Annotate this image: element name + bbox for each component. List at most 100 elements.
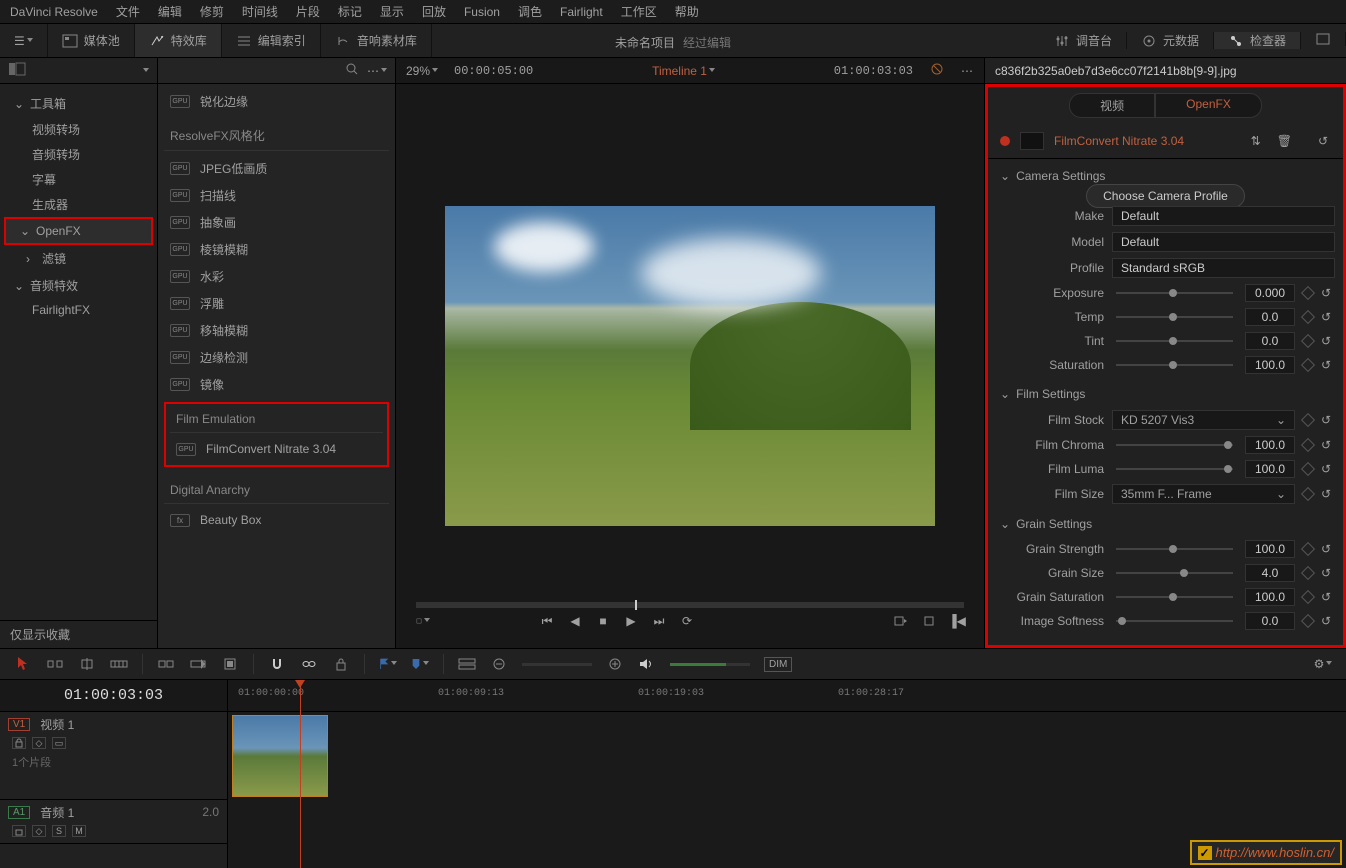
reset-icon[interactable]: ↺ (1321, 334, 1335, 348)
menu-workspace[interactable]: 工作区 (621, 3, 657, 20)
loop-icon[interactable]: ⟳ (680, 614, 694, 628)
flag-dropdown[interactable] (379, 656, 397, 672)
exposure-value[interactable]: 0.000 (1245, 284, 1295, 302)
keyframe-icon[interactable] (1301, 542, 1315, 556)
fx-tiltshift[interactable]: GPU移轴模糊 (164, 317, 389, 344)
dim-button[interactable]: DIM (764, 657, 792, 672)
menu-clip[interactable]: 片段 (296, 3, 320, 20)
bypass-fx-icon[interactable] (929, 61, 945, 80)
mute-button[interactable]: M (72, 825, 86, 837)
next-frame-icon[interactable]: ⏭ (652, 614, 666, 628)
fx-emboss[interactable]: GPU浮雕 (164, 290, 389, 317)
in-out-icon[interactable] (922, 614, 936, 628)
reset-icon[interactable]: ↺ (1321, 614, 1335, 628)
reset-icon[interactable]: ↺ (1321, 310, 1335, 324)
grainstrength-slider[interactable] (1116, 548, 1233, 550)
menu-mark[interactable]: 标记 (338, 3, 362, 20)
viewer-options-icon[interactable]: ⋯ (961, 64, 974, 78)
video-clip-1[interactable] (232, 715, 328, 797)
imgsoft-value[interactable]: 0.0 (1245, 612, 1295, 630)
reset-icon[interactable]: ↺ (1321, 413, 1335, 427)
overwrite-icon[interactable] (189, 656, 207, 672)
auto-select-icon[interactable]: ◇ (32, 825, 46, 837)
timeline-view-icon[interactable] (458, 656, 476, 672)
dynamic-trim-icon[interactable] (78, 656, 96, 672)
reset-icon[interactable]: ↺ (1321, 462, 1335, 476)
zoom-in-icon[interactable] (606, 656, 624, 672)
filmchroma-slider[interactable] (1116, 444, 1233, 446)
reset-icon[interactable]: ↺ (1321, 566, 1335, 580)
filmluma-value[interactable]: 100.0 (1245, 460, 1295, 478)
keyframe-icon[interactable] (1301, 286, 1315, 300)
ws-media-pool[interactable]: 媒体池 (48, 24, 135, 57)
fx-scanlines[interactable]: GPU扫描线 (164, 182, 389, 209)
ws-inspector[interactable]: 检查器 (1214, 32, 1301, 49)
filmchroma-value[interactable]: 100.0 (1245, 436, 1295, 454)
grainsize-value[interactable]: 4.0 (1245, 564, 1295, 582)
menu-view[interactable]: 显示 (380, 3, 404, 20)
imgsoft-slider[interactable] (1116, 620, 1233, 622)
tab-video[interactable]: 视频 (1069, 93, 1155, 118)
filmluma-slider[interactable] (1116, 468, 1233, 470)
volume-slider[interactable] (670, 663, 750, 666)
first-frame-icon[interactable]: ⏮ (540, 614, 554, 628)
blade-tool-icon[interactable] (110, 656, 128, 672)
saturation-value[interactable]: 100.0 (1245, 356, 1295, 374)
timeline-options[interactable]: ⚙ (1314, 656, 1332, 672)
lock-track-icon[interactable] (12, 737, 26, 749)
keyframe-icon[interactable] (1301, 358, 1315, 372)
reset-icon[interactable]: ↺ (1321, 542, 1335, 556)
exposure-slider[interactable] (1116, 292, 1233, 294)
tree-filters[interactable]: ›滤镜 (0, 245, 157, 272)
ws-fullscreen[interactable] (1301, 32, 1346, 46)
link-icon[interactable] (300, 656, 318, 672)
grainsize-slider[interactable] (1116, 572, 1233, 574)
scrub-bar[interactable] (416, 602, 964, 608)
keyframe-icon[interactable] (1301, 590, 1315, 604)
section-film[interactable]: ⌄Film Settings (996, 377, 1335, 407)
marker-dropdown[interactable] (411, 656, 429, 672)
keyframe-icon[interactable] (1301, 487, 1315, 501)
a1-tag[interactable]: A1 (8, 806, 30, 819)
snap-icon[interactable] (268, 656, 286, 672)
timeline-tracks[interactable]: 01:00:00:00 01:00:09:13 01:00:19:03 01:0… (228, 680, 1346, 868)
fx-list-options[interactable]: ⋯ (367, 64, 387, 78)
temp-value[interactable]: 0.0 (1245, 308, 1295, 326)
stop-icon[interactable]: ■ (596, 614, 610, 628)
auto-select-icon[interactable]: ◇ (32, 737, 46, 749)
reset-icon[interactable]: ↺ (1321, 487, 1335, 501)
lock-icon[interactable] (332, 656, 350, 672)
fx-delete-icon[interactable]: 🗑 (1274, 134, 1295, 148)
tree-toolbox[interactable]: ⌄工具箱 (0, 90, 157, 117)
grainsat-slider[interactable] (1116, 596, 1233, 598)
timeline-name-dropdown[interactable]: Timeline 1 (652, 64, 715, 78)
grainstrength-value[interactable]: 100.0 (1245, 540, 1295, 558)
selection-tool-icon[interactable] (14, 656, 32, 672)
ws-metadata[interactable]: 元数据 (1127, 32, 1214, 49)
menu-help[interactable]: 帮助 (675, 3, 699, 20)
lock-track-icon[interactable] (12, 825, 26, 837)
v1-tag[interactable]: V1 (8, 718, 30, 731)
zoom-out-icon[interactable] (490, 656, 508, 672)
crop-dropdown[interactable] (416, 614, 430, 628)
temp-slider[interactable] (1116, 316, 1233, 318)
menu-fusion[interactable]: Fusion (464, 5, 500, 19)
layout-dropdown[interactable]: ☰ (0, 24, 48, 57)
section-levels[interactable]: ⌄Levels (996, 633, 1335, 645)
tree-video-trans[interactable]: 视频转场 (0, 117, 157, 142)
keyframe-icon[interactable] (1301, 566, 1315, 580)
fx-filmconvert-nitrate[interactable]: GPUFilmConvert Nitrate 3.04 (170, 437, 383, 461)
keyframe-icon[interactable] (1301, 462, 1315, 476)
keyframe-icon[interactable] (1301, 438, 1315, 452)
tree-fairlight-fx[interactable]: FairlightFX (0, 299, 157, 321)
tint-slider[interactable] (1116, 340, 1233, 342)
prev-frame-icon[interactable]: ◀ (568, 614, 582, 628)
keyframe-icon[interactable] (1301, 310, 1315, 324)
insert-icon[interactable] (157, 656, 175, 672)
ws-effects-lib[interactable]: 特效库 (135, 24, 222, 57)
ws-sound-lib[interactable]: 音响素材库 (321, 24, 432, 57)
model-field[interactable]: Default (1112, 232, 1335, 252)
ws-edit-index[interactable]: 编辑索引 (222, 24, 321, 57)
fx-reorder-icon[interactable]: ⇅ (1248, 134, 1264, 148)
make-field[interactable]: Default (1112, 206, 1335, 226)
